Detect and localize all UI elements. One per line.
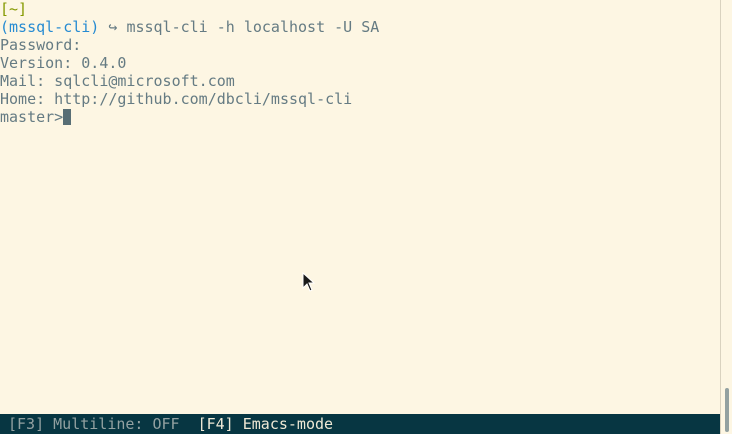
version-line: Version: 0.4.0 bbox=[0, 54, 127, 72]
terminal-output[interactable]: [~] (mssql-cli) ↪ mssql-cli -h localhost… bbox=[0, 0, 720, 414]
status-bar: [F3] Multiline: OFF [F4] Emacs-mode bbox=[0, 414, 720, 434]
cwd-prompt: [~] bbox=[0, 0, 28, 18]
text-cursor bbox=[63, 109, 72, 125]
mouse-pointer-icon bbox=[302, 272, 316, 292]
vertical-scrollbar[interactable] bbox=[720, 0, 732, 434]
db-prompt: master> bbox=[0, 108, 64, 126]
multiline-status: [F3] Multiline: OFF bbox=[8, 415, 180, 433]
password-line: Password: bbox=[0, 36, 82, 54]
terminal-window: [~] (mssql-cli) ↪ mssql-cli -h localhost… bbox=[0, 0, 732, 434]
scrollbar-thumb[interactable] bbox=[725, 388, 729, 432]
env-name: (mssql-cli) bbox=[0, 18, 100, 36]
mail-line: Mail: sqlcli@microsoft.com bbox=[0, 72, 235, 90]
command-line: (mssql-cli) ↪ mssql-cli -h localhost -U … bbox=[0, 18, 379, 36]
home-line: Home: http://github.com/dbcli/mssql-cli bbox=[0, 90, 353, 108]
command-text: mssql-cli -h localhost -U SA bbox=[126, 18, 380, 36]
prompt-arrow: ↪ bbox=[108, 18, 118, 36]
input-line[interactable]: master> bbox=[0, 108, 72, 126]
editing-mode-status: [F4] Emacs-mode bbox=[197, 415, 334, 433]
